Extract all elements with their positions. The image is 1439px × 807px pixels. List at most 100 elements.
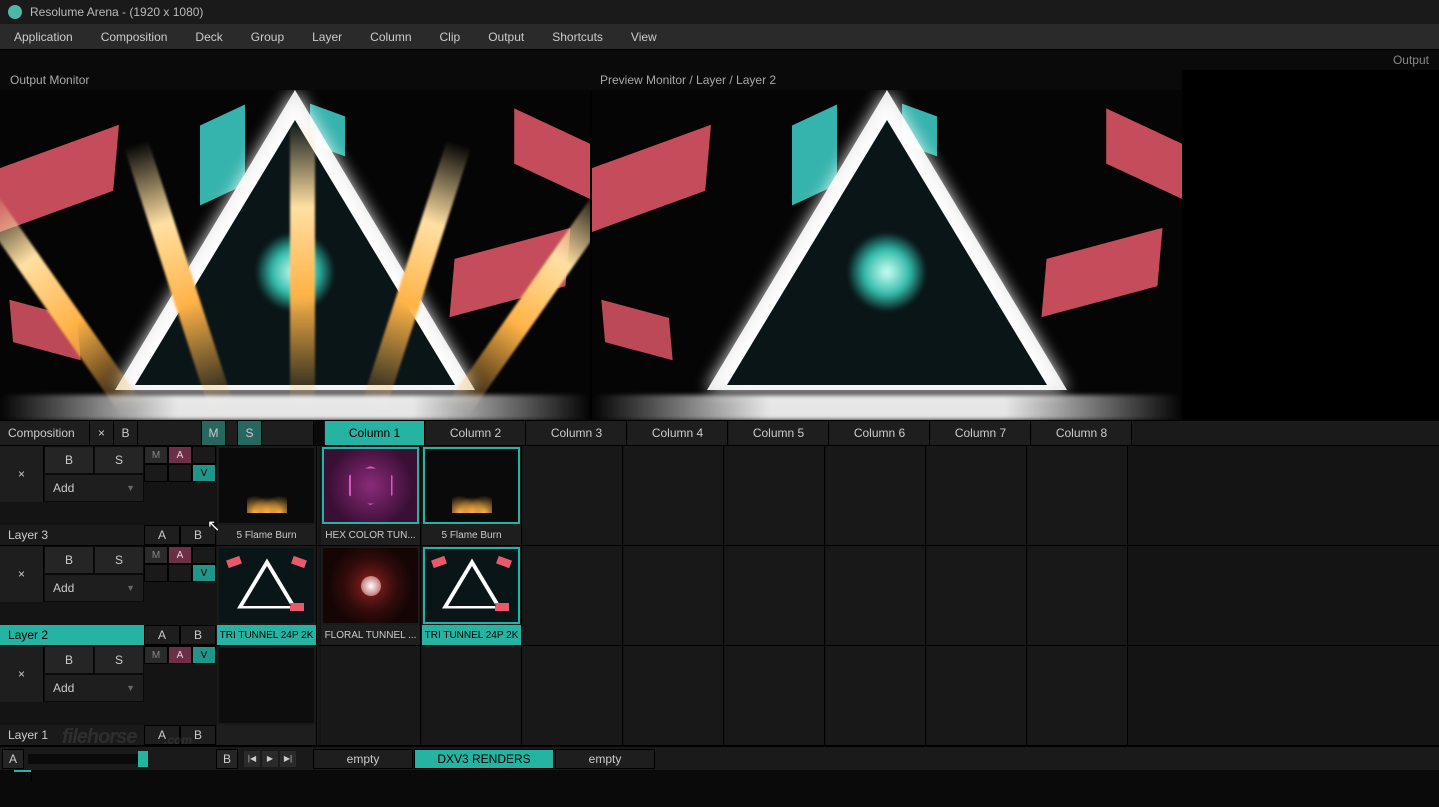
empty-clip-slot[interactable] [725, 646, 825, 745]
column-2-tab[interactable]: Column 2 [426, 421, 526, 445]
layer-2-audio-toggle[interactable]: A [168, 546, 192, 564]
layer-2-mute-toggle[interactable]: M [144, 546, 168, 564]
layer-2-col-2-clip[interactable]: TRI TUNNEL 24P 2K [422, 546, 522, 645]
empty-clip-slot[interactable] [624, 546, 724, 645]
crossfade-thumb[interactable] [138, 751, 148, 767]
transport-play-icon[interactable]: ▶ [262, 751, 278, 767]
empty-clip-slot[interactable] [1028, 446, 1128, 545]
empty-clip-slot[interactable] [1028, 646, 1128, 745]
layer-2-video-toggle[interactable]: V [192, 564, 216, 582]
layer-1-add-dropdown[interactable]: Add▼ [44, 674, 144, 702]
output-monitor[interactable] [0, 90, 590, 420]
layer-3-mute-toggle[interactable]: M [144, 446, 168, 464]
layer-3-preview-clip[interactable]: 5 Flame Burn [217, 446, 317, 545]
empty-clip-slot[interactable] [523, 546, 623, 645]
empty-clip-slot[interactable] [927, 446, 1027, 545]
layer-3-crossfade-b[interactable]: B [180, 525, 216, 545]
layer-1-row: × B S Add▼ MAV Layer 1 A B [0, 646, 1439, 746]
empty-clip-slot[interactable] [826, 446, 926, 545]
empty-clip-slot[interactable] [826, 646, 926, 745]
empty-clip-slot[interactable] [1028, 546, 1128, 645]
layer-3-video-toggle[interactable]: V [192, 464, 216, 482]
layer-2-crossfade-a[interactable]: A [144, 625, 180, 645]
column-5-tab[interactable]: Column 5 [729, 421, 829, 445]
column-8-tab[interactable]: Column 8 [1032, 421, 1132, 445]
empty-clip-slot[interactable] [523, 446, 623, 545]
layer-3-bypass-button[interactable]: B [44, 446, 94, 474]
layer-1-solo-button[interactable]: S [94, 646, 144, 674]
layer-3-crossfade-a[interactable]: A [144, 525, 180, 545]
layer-2-add-dropdown[interactable]: Add▼ [44, 574, 144, 602]
empty-clip-slot[interactable] [321, 646, 421, 745]
preview-monitor[interactable] [592, 90, 1182, 420]
composition-mute-button[interactable]: M [202, 421, 226, 445]
empty-clip-slot[interactable] [624, 646, 724, 745]
deck-tab-3[interactable]: empty [555, 749, 655, 769]
layer-1-bypass-button[interactable]: B [44, 646, 94, 674]
composition-solo-button[interactable]: S [238, 421, 262, 445]
chevron-down-icon: ▼ [126, 583, 135, 593]
crossfade-b-button[interactable]: B [216, 749, 238, 769]
empty-clip-slot[interactable] [422, 646, 522, 745]
menu-bar: Application Composition Deck Group Layer… [0, 24, 1439, 50]
menu-shortcuts[interactable]: Shortcuts [538, 24, 617, 49]
column-3-tab[interactable]: Column 3 [527, 421, 627, 445]
preview-monitor-section: Preview Monitor / Layer / Layer 2 [590, 70, 1182, 420]
layer-1-close-button[interactable]: × [0, 646, 44, 702]
layer-1-label[interactable]: Layer 1 [0, 725, 144, 745]
layer-2-bypass-button[interactable]: B [44, 546, 94, 574]
menu-clip[interactable]: Clip [426, 24, 475, 49]
crossfade-slider[interactable] [28, 754, 148, 764]
composition-close-button[interactable]: × [90, 421, 114, 445]
clip-label: 5 Flame Burn [422, 525, 521, 545]
layer-1-mute-toggle[interactable]: M [144, 646, 168, 664]
empty-clip-slot[interactable] [725, 546, 825, 645]
layer-3-add-dropdown[interactable]: Add▼ [44, 474, 144, 502]
menu-deck[interactable]: Deck [181, 24, 236, 49]
column-4-tab[interactable]: Column 4 [628, 421, 728, 445]
column-6-tab[interactable]: Column 6 [830, 421, 930, 445]
layer-2-close-button[interactable]: × [0, 546, 44, 602]
deck-tab-2[interactable]: DXV3 RENDERS [414, 749, 554, 769]
layer-3-col-1-clip[interactable]: HEX COLOR TUN... [321, 446, 421, 545]
layer-1-crossfade-a[interactable]: A [144, 725, 180, 745]
layer-2-solo-button[interactable]: S [94, 546, 144, 574]
layer-3-col-2-clip[interactable]: 5 Flame Burn [422, 446, 522, 545]
layer-2-label[interactable]: Layer 2 [0, 625, 144, 645]
preview-monitor-label: Preview Monitor / Layer / Layer 2 [590, 70, 1182, 90]
menu-group[interactable]: Group [237, 24, 298, 49]
layer-3-label[interactable]: Layer 3 [0, 525, 144, 545]
layer-1-video-toggle[interactable]: V [192, 646, 216, 664]
empty-clip-slot[interactable] [624, 446, 724, 545]
column-7-tab[interactable]: Column 7 [931, 421, 1031, 445]
layer-3-audio-toggle[interactable]: A [168, 446, 192, 464]
layer-1-crossfade-b[interactable]: B [180, 725, 216, 745]
composition-bypass-button[interactable]: B [114, 421, 138, 445]
layer-3-solo-button[interactable]: S [94, 446, 144, 474]
layer-1-preview-clip[interactable] [217, 646, 317, 745]
menu-layer[interactable]: Layer [298, 24, 356, 49]
menu-composition[interactable]: Composition [87, 24, 182, 49]
empty-clip-slot[interactable] [927, 646, 1027, 745]
layer-2-crossfade-b[interactable]: B [180, 625, 216, 645]
menu-application[interactable]: Application [0, 24, 87, 49]
empty-clip-slot[interactable] [826, 546, 926, 645]
deck-tab-1[interactable]: empty [313, 749, 413, 769]
composition-tab[interactable]: Composition [0, 421, 90, 445]
empty-clip-slot[interactable] [725, 446, 825, 545]
menu-view[interactable]: View [617, 24, 671, 49]
layer-2-col-1-clip[interactable]: FLORAL TUNNEL ... [321, 546, 421, 645]
window-title: Resolume Arena - (1920 x 1080) [30, 5, 203, 19]
column-header-row: Composition × B M S Column 1 Column 2 Co… [0, 420, 1439, 446]
menu-output[interactable]: Output [474, 24, 538, 49]
crossfade-a-button[interactable]: A [2, 749, 24, 769]
transport-prev-icon[interactable]: |◀ [244, 751, 260, 767]
transport-next-icon[interactable]: ▶| [280, 751, 296, 767]
empty-clip-slot[interactable] [927, 546, 1027, 645]
column-1-tab[interactable]: Column 1 [325, 421, 425, 445]
menu-column[interactable]: Column [356, 24, 425, 49]
layer-2-preview-clip[interactable]: TRI TUNNEL 24P 2K [217, 546, 317, 645]
empty-clip-slot[interactable] [523, 646, 623, 745]
layer-3-close-button[interactable]: × [0, 446, 44, 502]
layer-1-audio-toggle[interactable]: A [168, 646, 192, 664]
